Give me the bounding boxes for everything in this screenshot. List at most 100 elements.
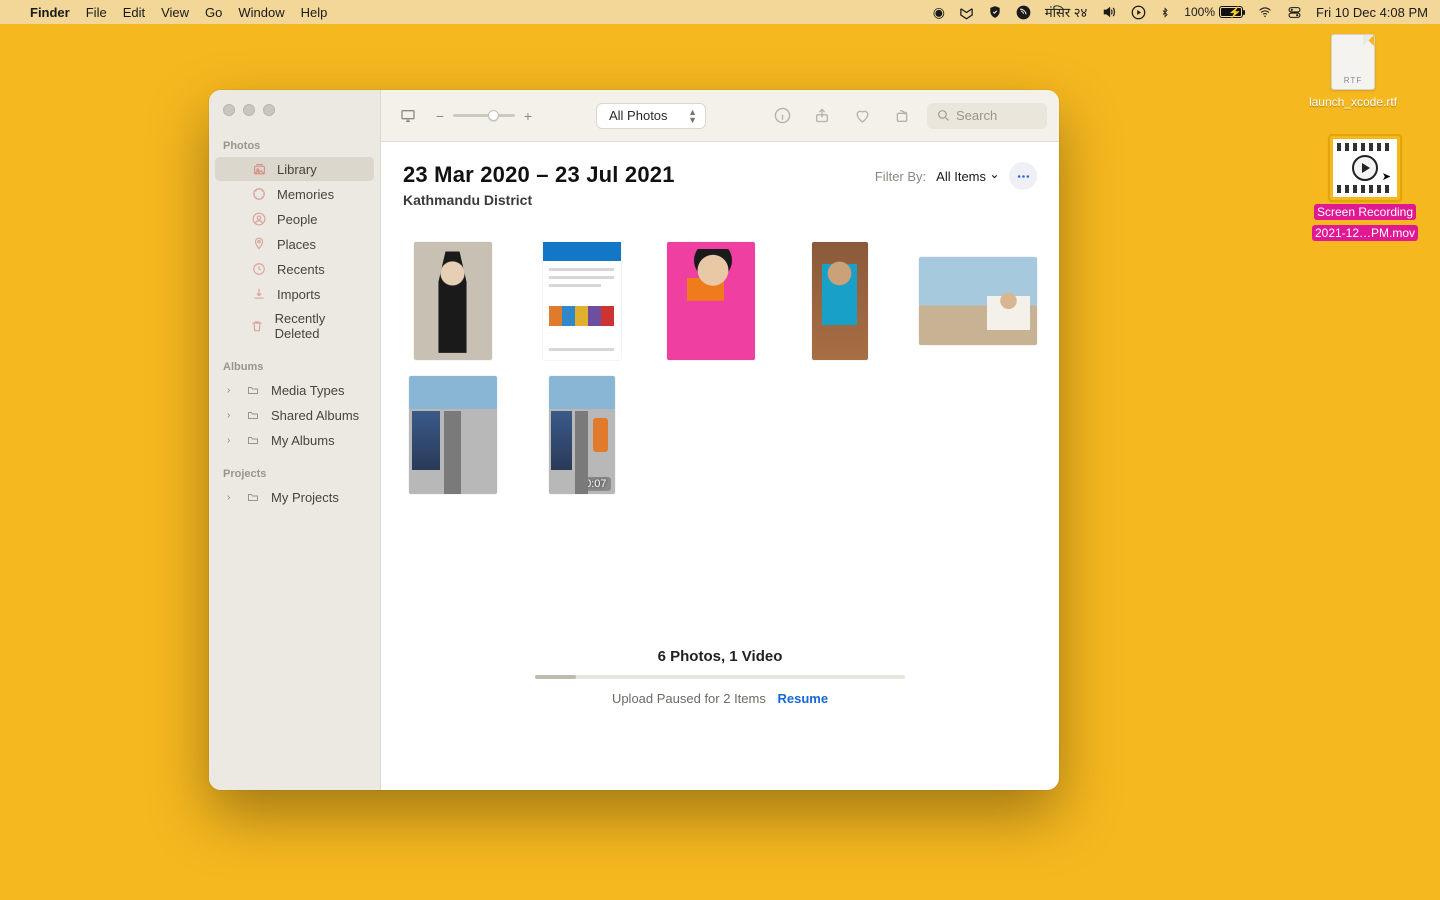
status-battery[interactable]: 100% ⚡ [1184,5,1243,19]
folder-icon [245,489,261,505]
photos-window: Photos › Library › Memories › People › P… [209,90,1059,790]
window-minimize[interactable] [243,104,255,116]
menu-go[interactable]: Go [205,5,222,20]
status-viber-icon[interactable] [1016,5,1031,20]
status-record-icon[interactable]: ◉ [933,4,945,21]
rotate-button[interactable] [887,103,917,129]
menu-window[interactable]: Window [238,5,284,20]
desktop[interactable]: RTF launch_xcode.rtf ➤ Screen Recording … [0,24,1440,900]
sidebar-heading-projects: Projects [209,462,380,484]
status-wifi-icon[interactable] [1257,6,1273,19]
cursor-icon: ➤ [1382,170,1391,183]
photo-thumbnail[interactable] [409,376,497,494]
sidebar-item-imports[interactable]: › Imports [215,282,374,306]
file-label-line2: 2021-12…PM.mov [1312,225,1418,241]
sidebar-item-places[interactable]: › Places [215,232,374,256]
toolbar: − + All Photos ▲▼ [381,90,1059,142]
sidebar-item-label: My Albums [271,433,335,448]
status-volume-icon[interactable] [1101,5,1117,19]
status-bluetooth-icon[interactable] [1160,5,1170,20]
resume-upload-link[interactable]: Resume [777,691,828,706]
location-subtitle: Kathmandu District [403,192,675,208]
share-button[interactable] [807,103,837,129]
status-tray-icon[interactable] [959,5,974,20]
photo-thumbnail[interactable] [667,242,755,360]
status-datetime[interactable]: Fri 10 Dec 4:08 PM [1316,5,1428,20]
sidebar-item-memories[interactable]: › Memories [215,182,374,206]
desktop-file-rtf[interactable]: RTF launch_xcode.rtf [1298,34,1408,111]
video-file-icon: ➤ [1330,136,1400,200]
filter-label: Filter By: [875,169,926,184]
status-shield-icon[interactable] [988,5,1002,19]
photo-thumbnail[interactable] [919,257,1037,345]
sidebar-item-label: Recents [277,262,325,277]
search-icon [937,109,950,122]
search-field[interactable]: Search [927,103,1047,129]
present-button[interactable] [393,103,423,129]
recents-icon [251,261,267,277]
sidebar-item-people[interactable]: › People [215,207,374,231]
status-nowplaying-icon[interactable] [1131,5,1146,20]
sidebar-item-label: My Projects [271,490,339,505]
zoom-out-icon[interactable]: − [433,108,447,124]
imports-icon [251,286,267,302]
status-nepali-date[interactable]: मंसिर २४ [1045,3,1087,21]
app-menu-finder[interactable]: Finder [30,5,70,20]
filter-dropdown[interactable]: All Items [936,169,999,184]
chevron-right-icon: › [227,492,235,503]
menu-bar: Finder File Edit View Go Window Help ◉ म… [0,0,1440,24]
status-control-center-icon[interactable] [1287,6,1302,19]
sidebar-item-my-projects[interactable]: › My Projects [215,485,374,509]
zoom-in-icon[interactable]: + [521,108,535,124]
menu-edit[interactable]: Edit [123,5,145,20]
folder-icon [245,407,261,423]
play-icon [1352,155,1378,181]
folder-icon [245,432,261,448]
file-badge: RTF [1332,76,1374,85]
desktop-file-mov[interactable]: ➤ Screen Recording 2021-12…PM.mov [1310,136,1420,242]
battery-percentage: 100% [1184,5,1215,19]
date-range-title: 23 Mar 2020 – 23 Jul 2021 [403,162,675,188]
sidebar-item-shared-albums[interactable]: › Shared Albums [215,403,374,427]
slider-thumb[interactable] [488,110,499,121]
search-placeholder: Search [956,108,997,123]
sidebar-item-label: Shared Albums [271,408,359,423]
filter-value: All Items [936,169,986,184]
info-button[interactable] [767,103,797,129]
favorite-button[interactable] [847,103,877,129]
file-label-line1: Screen Recording [1314,204,1416,220]
slider-track[interactable] [453,114,515,117]
photo-thumbnail[interactable] [543,242,621,360]
photo-thumbnail[interactable] [414,242,492,360]
view-select[interactable]: All Photos ▲▼ [596,103,706,129]
sidebar-item-library[interactable]: › Library [215,157,374,181]
photo-thumbnail[interactable] [812,242,868,360]
video-duration: 0:07 [581,477,610,491]
sidebar-item-label: Imports [277,287,320,302]
window-zoom[interactable] [263,104,275,116]
item-count-summary: 6 Photos, 1 Video [403,648,1037,665]
zoom-slider[interactable]: − + [433,108,535,124]
sidebar-item-recently-deleted[interactable]: › Recently Deleted [215,307,374,345]
content-area[interactable]: 23 Mar 2020 – 23 Jul 2021 Kathmandu Dist… [381,142,1059,790]
memories-icon [251,186,267,202]
window-controls [209,104,380,116]
menu-view[interactable]: View [161,5,189,20]
window-close[interactable] [223,104,235,116]
sidebar-item-recents[interactable]: › Recents [215,257,374,281]
library-icon [251,161,267,177]
sidebar-item-media-types[interactable]: › Media Types [215,378,374,402]
sidebar: Photos › Library › Memories › People › P… [209,90,381,790]
chevron-updown-icon: ▲▼ [688,108,697,124]
video-thumbnail[interactable]: 0:07 [549,376,615,494]
menu-help[interactable]: Help [301,5,328,20]
main-pane: − + All Photos ▲▼ [381,90,1059,790]
chevron-right-icon: › [227,385,235,396]
sidebar-item-my-albums[interactable]: › My Albums [215,428,374,452]
menu-file[interactable]: File [86,5,107,20]
sidebar-item-label: Memories [277,187,334,202]
more-actions-button[interactable] [1009,162,1037,190]
sidebar-item-label: Library [277,162,317,177]
photo-grid: 0:07 [403,242,1037,494]
upload-status-text: Upload Paused for 2 Items [612,691,766,706]
